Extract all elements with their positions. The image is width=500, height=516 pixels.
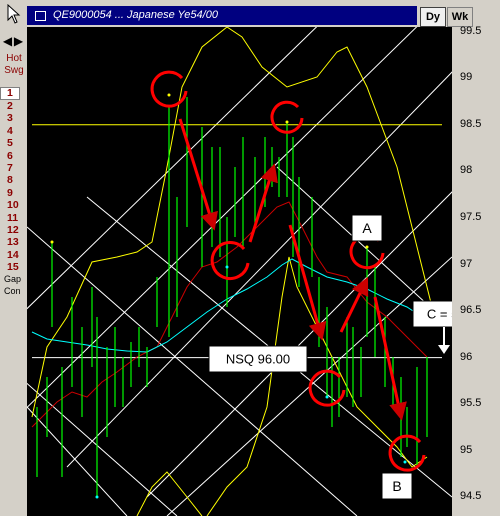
price-tick-label: 97	[460, 257, 473, 270]
swing-item-4[interactable]: 4	[0, 125, 27, 137]
swing-item-3[interactable]: 3	[0, 112, 27, 124]
price-tick-label: 94.5	[460, 490, 482, 503]
red-arrow	[248, 163, 278, 243]
point-b-label: B	[392, 478, 401, 494]
swing-low-dot	[95, 495, 99, 499]
nav-left-arrow-icon[interactable]: ◀	[2, 34, 13, 48]
gann-line	[27, 406, 128, 516]
swing-item-9[interactable]: 9	[0, 187, 27, 199]
gann-line	[27, 382, 178, 516]
swg-label: Swg	[4, 65, 24, 76]
nsq-label: NSQ 96.00	[226, 352, 290, 367]
price-tick-label: 99.5	[460, 24, 482, 37]
chart-canvas: NSQ 96.00 A B C = 50%	[27, 27, 452, 516]
upper-band-line	[31, 27, 228, 418]
red-circle-annotation	[210, 241, 250, 280]
tab-dy[interactable]: Dy	[420, 7, 446, 27]
price-tick-label: 96	[460, 350, 473, 363]
swing-item-2[interactable]: 2	[0, 100, 27, 112]
retracement-arrow-head	[438, 345, 450, 354]
chart-title: QE9000054 ... Japanese Ye54/00	[53, 9, 218, 21]
price-tick-label: 95	[460, 443, 473, 456]
swing-high-dot	[167, 93, 171, 97]
swing-item-6[interactable]: 6	[0, 150, 27, 162]
swing-item-7[interactable]: 7	[0, 162, 27, 174]
swing-item-14[interactable]: 14	[0, 249, 27, 261]
window-icon	[35, 11, 46, 21]
price-tick-label: 98.5	[460, 117, 482, 130]
retracement-label: C = 50%	[427, 307, 452, 322]
price-tick-label: 96.5	[460, 304, 482, 317]
swing-item-11[interactable]: 11	[0, 212, 27, 224]
swing-navigation: ◀ ▶	[2, 34, 26, 48]
swing-option-con[interactable]: Con	[0, 285, 27, 297]
swing-item-10[interactable]: 10	[0, 199, 27, 211]
hot-label: Hot	[6, 53, 22, 64]
swing-item-1[interactable]: 1	[0, 87, 20, 100]
price-axis: 99.5 99 98.5 98 97.5 97 96.5 96 95.5 95 94.5	[452, 24, 500, 516]
swing-option-gap[interactable]: Gap	[0, 273, 27, 285]
point-a-label: A	[362, 220, 372, 236]
swing-list: 1 2 3 4 5 6 7 8 9 10 11 12 13 14 15 Gap Con	[0, 87, 27, 297]
red-arrow	[373, 296, 407, 421]
price-tick-label: 97.5	[460, 210, 482, 223]
price-tick-label: 99	[460, 71, 473, 84]
chart-titlebar[interactable]: QE9000054 ... Japanese Ye54/00	[27, 6, 417, 25]
price-chart[interactable]: NSQ 96.00 A B C = 50%	[27, 27, 452, 516]
gann-line	[66, 71, 452, 468]
red-arrow	[178, 118, 218, 231]
swing-low-dot	[225, 265, 229, 269]
swing-item-5[interactable]: 5	[0, 137, 27, 149]
swing-low-dot	[403, 460, 407, 464]
swing-item-12[interactable]: 12	[0, 224, 27, 236]
swing-item-8[interactable]: 8	[0, 174, 27, 186]
swing-high-dot	[365, 245, 369, 249]
swing-high-dot	[285, 120, 289, 124]
nav-right-arrow-icon[interactable]: ▶	[13, 34, 24, 48]
swing-item-13[interactable]: 13	[0, 236, 27, 248]
price-tick-label: 98	[460, 164, 473, 177]
arrow-pointer-icon[interactable]	[7, 4, 21, 24]
swing-low-dot	[325, 395, 329, 399]
hot-swing-label: Hot Swg	[2, 53, 26, 77]
red-circle-annotation	[150, 70, 188, 108]
swing-high-dot	[50, 240, 54, 244]
swing-item-15[interactable]: 15	[0, 261, 27, 273]
left-toolbar: ◀ ▶ Hot Swg 1 2 3 4 5 6 7 8 9 10 11 12 13 14 15 Gap Con	[0, 0, 27, 516]
price-tick-label: 95.5	[460, 397, 482, 410]
